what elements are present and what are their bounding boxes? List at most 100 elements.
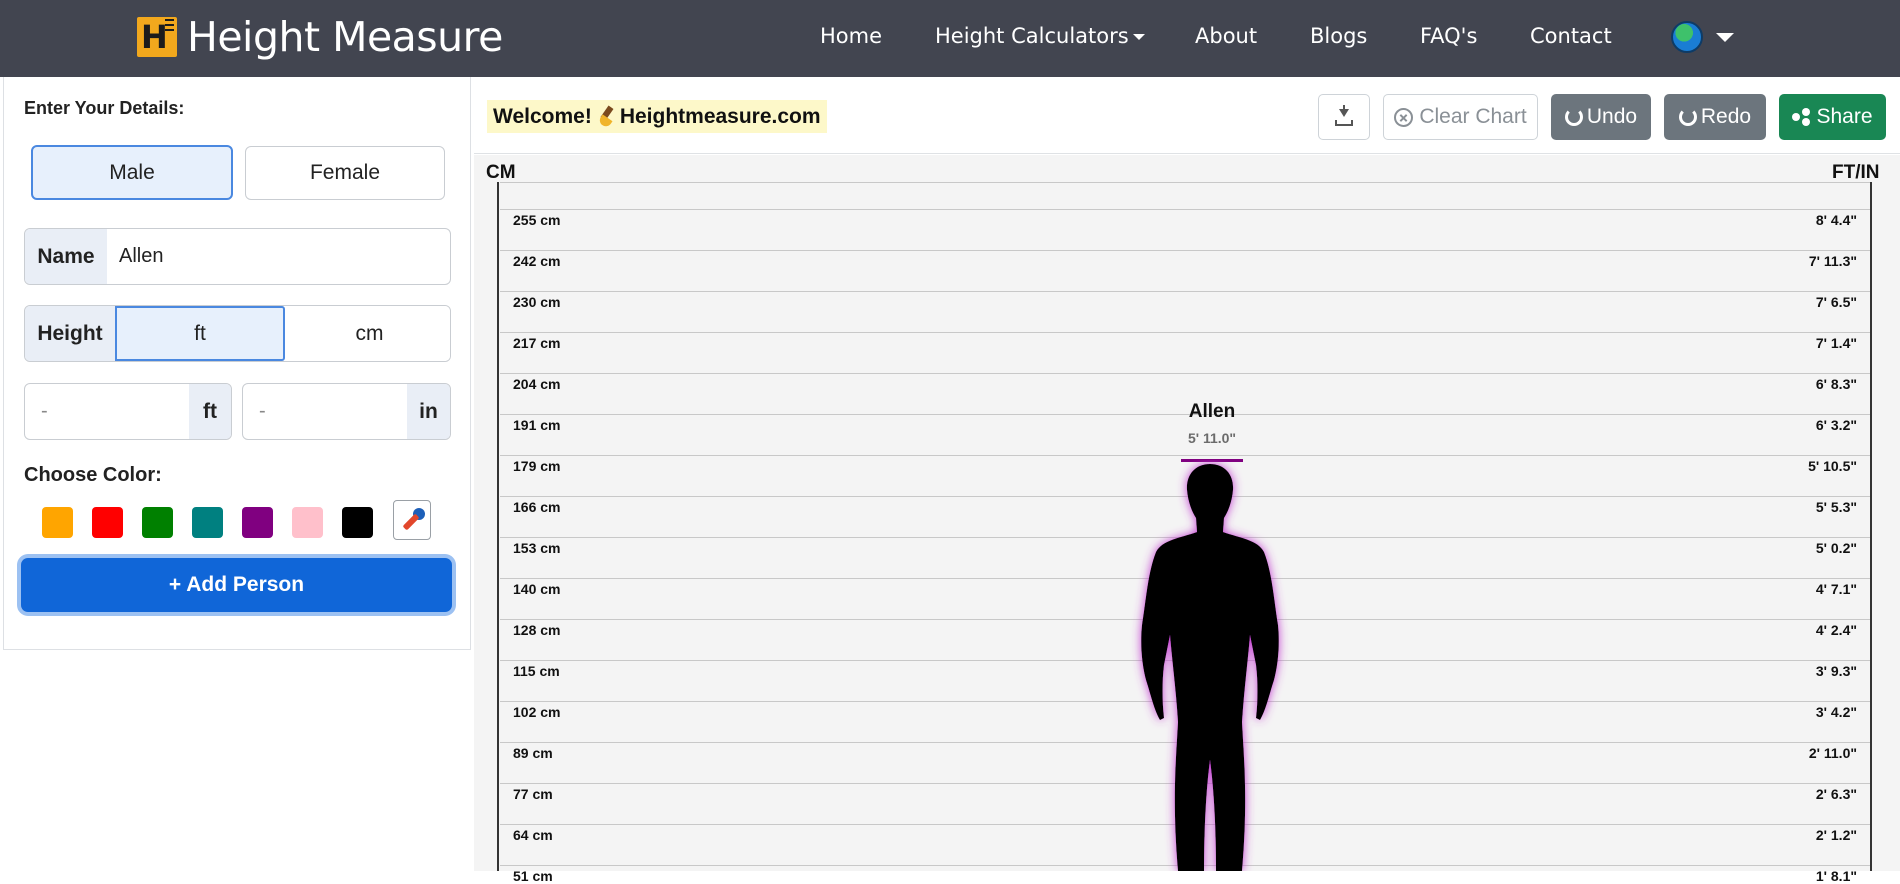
axis-title-ftin: FT/IN xyxy=(1832,162,1880,183)
grid-line xyxy=(500,291,1870,292)
clear-chart-label: Clear Chart xyxy=(1419,105,1527,128)
tick-label-cm: 166 cm xyxy=(513,499,561,515)
name-label: Name xyxy=(25,229,107,284)
undo-label: Undo xyxy=(1586,105,1638,128)
share-label: Share xyxy=(1816,105,1873,128)
grid-line xyxy=(500,332,1870,333)
welcome-text: Welcome! xyxy=(493,104,592,128)
grid-line xyxy=(500,209,1870,210)
height-label: Height xyxy=(25,306,115,361)
tick-label-cm: 115 cm xyxy=(513,663,560,679)
tick-label-cm: 204 cm xyxy=(513,376,561,392)
color-swatch-green[interactable] xyxy=(142,507,173,538)
feet-input-group: - ft xyxy=(24,383,232,440)
tick-label-cm: 64 cm xyxy=(513,827,553,843)
grid-line xyxy=(500,373,1870,374)
tick-label-ftin: 3' 4.2" xyxy=(1815,704,1857,720)
axis-title-cm: CM xyxy=(486,162,516,183)
tick-label-ftin: 5' 10.5" xyxy=(1808,458,1857,474)
paintbrush-icon xyxy=(599,106,613,128)
brand-logo-link[interactable]: H Height Measure xyxy=(137,13,503,61)
tick-label-cm: 51 cm xyxy=(513,868,553,884)
tick-label-ftin: 7' 11.3" xyxy=(1808,253,1857,269)
tick-label-cm: 153 cm xyxy=(513,540,561,556)
tick-label-cm: 89 cm xyxy=(513,745,553,761)
nav-blogs[interactable]: Blogs xyxy=(1310,20,1367,52)
tick-label-cm: 255 cm xyxy=(513,212,561,228)
tick-label-cm: 242 cm xyxy=(513,253,561,269)
color-swatch-orange[interactable] xyxy=(42,507,73,538)
add-person-button[interactable]: + Add Person xyxy=(21,558,452,612)
tick-label-ftin: 7' 1.4" xyxy=(1815,335,1857,351)
tick-label-ftin: 2' 6.3" xyxy=(1815,786,1857,802)
color-swatch-pink[interactable] xyxy=(292,507,323,538)
welcome-banner: Welcome! Heightmeasure.com xyxy=(487,100,827,133)
tick-label-cm: 140 cm xyxy=(513,581,561,597)
tick-label-ftin: 8' 4.4" xyxy=(1815,212,1857,228)
tick-label-ftin: 2' 11.0" xyxy=(1808,745,1857,761)
color-swatch-red[interactable] xyxy=(92,507,123,538)
chevron-down-icon xyxy=(1132,34,1145,40)
gender-female-button[interactable]: Female xyxy=(245,146,445,200)
nav-faqs[interactable]: FAQ's xyxy=(1420,20,1477,52)
color-swatch-teal[interactable] xyxy=(192,507,223,538)
tick-label-ftin: 4' 2.4" xyxy=(1815,622,1857,638)
feet-addon: ft xyxy=(189,384,231,439)
tick-label-cm: 230 cm xyxy=(513,294,561,310)
nav-contact[interactable]: Contact xyxy=(1530,20,1612,52)
choose-color-label: Choose Color: xyxy=(24,464,162,486)
redo-label: Redo xyxy=(1700,105,1752,128)
grid-line xyxy=(500,455,1870,456)
clear-chart-button[interactable]: Clear Chart xyxy=(1383,94,1538,140)
inches-input-group: - in xyxy=(242,383,451,440)
tick-label-cm: 217 cm xyxy=(513,335,561,351)
unit-ft-button[interactable]: ft xyxy=(115,306,285,361)
tick-label-ftin: 6' 3.2" xyxy=(1815,417,1857,433)
unit-cm-button[interactable]: cm xyxy=(287,306,450,361)
tick-label-ftin: 5' 0.2" xyxy=(1815,540,1857,556)
redo-icon xyxy=(1678,108,1697,126)
brand-name: Height Measure xyxy=(187,13,503,61)
person-name-label: Allen xyxy=(1188,401,1236,422)
color-swatch-purple[interactable] xyxy=(242,507,273,538)
welcome-site: Heightmeasure.com xyxy=(619,104,821,128)
right-axis-line xyxy=(1870,182,1872,871)
name-input-group: Name Allen xyxy=(24,228,451,285)
tick-label-ftin: 1' 8.1" xyxy=(1815,868,1857,884)
undo-icon xyxy=(1564,108,1583,126)
details-heading: Enter Your Details: xyxy=(24,98,185,118)
share-button[interactable]: Share xyxy=(1779,94,1886,140)
name-input[interactable]: Allen xyxy=(119,229,163,284)
circle-x-icon xyxy=(1394,107,1414,127)
tick-label-ftin: 5' 5.3" xyxy=(1815,499,1857,515)
language-chevron-down-icon[interactable] xyxy=(1716,33,1734,42)
nav-home[interactable]: Home xyxy=(820,20,882,52)
feet-input[interactable]: - xyxy=(41,384,48,439)
person-silhouette[interactable] xyxy=(1120,460,1300,871)
tick-label-ftin: 4' 7.1" xyxy=(1815,581,1857,597)
language-globe-icon[interactable] xyxy=(1671,21,1703,53)
tick-label-cm: 102 cm xyxy=(513,704,561,720)
eyedropper-icon[interactable] xyxy=(393,500,431,540)
grid-line-top xyxy=(500,182,1870,183)
nav-height-calculators-label: Height Calculators xyxy=(935,24,1129,48)
tick-label-ftin: 7' 6.5" xyxy=(1815,294,1857,310)
color-swatch-black[interactable] xyxy=(342,507,373,538)
height-unit-group: Height ft cm xyxy=(24,305,451,362)
tick-label-cm: 128 cm xyxy=(513,622,561,638)
gender-male-button[interactable]: Male xyxy=(31,145,233,200)
brand-logo-icon: H xyxy=(137,17,177,57)
person-height-label: 5' 11.0" xyxy=(1187,430,1237,446)
redo-button[interactable]: Redo xyxy=(1664,94,1766,140)
undo-button[interactable]: Undo xyxy=(1551,94,1651,140)
tick-label-ftin: 6' 8.3" xyxy=(1815,376,1857,392)
inches-input[interactable]: - xyxy=(259,384,266,439)
nav-height-calculators[interactable]: Height Calculators xyxy=(935,20,1145,52)
share-icon xyxy=(1792,108,1811,126)
inches-addon: in xyxy=(407,384,450,439)
left-axis-line xyxy=(497,182,499,871)
download-button[interactable] xyxy=(1318,94,1370,140)
grid-line xyxy=(500,250,1870,251)
download-icon xyxy=(1334,105,1354,127)
nav-about[interactable]: About xyxy=(1195,20,1257,52)
